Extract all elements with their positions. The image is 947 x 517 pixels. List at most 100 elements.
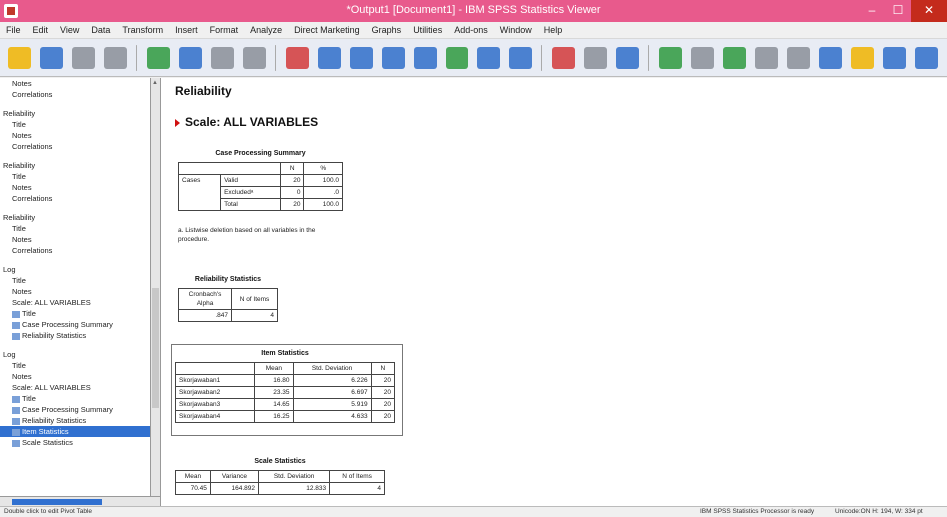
menu-file[interactable]: File [0, 25, 27, 35]
table-cell: Total [220, 198, 281, 211]
designate-window-icon[interactable] [413, 46, 437, 69]
insert-chart-icon[interactable] [851, 46, 874, 69]
outline-item[interactable]: Item Statistics [0, 426, 150, 437]
insert-table-icon[interactable] [883, 46, 906, 69]
menu-insert[interactable]: Insert [169, 25, 204, 35]
table-cell: 100.0 [303, 174, 343, 187]
outline-item[interactable]: Reliability [0, 212, 150, 223]
table-header: N [279, 162, 305, 175]
table-cell: 16.80 [254, 374, 294, 387]
case-processing-table[interactable]: N % Cases Valid 20 100.0 Excludedᵃ 0 .0 … [177, 162, 343, 211]
outline-gap [0, 152, 150, 160]
outline-item[interactable]: Scale: ALL VARIABLES [0, 382, 150, 393]
print-icon[interactable] [71, 46, 95, 69]
scroll-up-arrow-icon[interactable]: ▲ [152, 80, 158, 86]
show-icon[interactable] [787, 46, 811, 69]
hide-icon[interactable] [819, 46, 843, 69]
export-icon[interactable] [146, 46, 170, 69]
close-button[interactable]: ✕ [911, 0, 947, 22]
outline-item[interactable]: Correlations [0, 141, 150, 152]
outline-item-label: Title [12, 172, 26, 181]
outline-vertical-scrollbar[interactable]: ▲ [151, 78, 161, 506]
table-header [174, 362, 256, 375]
outline-item[interactable]: Reliability Statistics [0, 330, 150, 341]
outline-item[interactable]: Title [0, 393, 150, 404]
open-folder-icon[interactable] [8, 46, 31, 69]
outline-item[interactable]: Correlations [0, 89, 150, 100]
outline-item[interactable]: Reliability Statistics [0, 415, 150, 426]
item-statistics-table[interactable]: Mean Std. Deviation N Skorjawaban1 16.80… [174, 362, 396, 423]
redo-icon[interactable] [242, 46, 266, 69]
scale-statistics-title: Scale Statistics [254, 458, 306, 465]
outline-item[interactable]: Title [0, 223, 150, 234]
goto-case-icon[interactable] [317, 46, 341, 69]
reliability-table[interactable]: Cronbach's Alpha N of Items .847 4 [178, 288, 278, 322]
outline-item[interactable]: Notes [0, 371, 150, 382]
scroll-thumb[interactable] [152, 288, 159, 408]
script-icon[interactable] [445, 46, 469, 69]
outline-item[interactable]: Log [0, 264, 150, 275]
scale-statistics-table[interactable]: Mean Variance Std. Deviation N of Items … [175, 470, 385, 495]
outline-item[interactable]: Reliability [0, 160, 150, 171]
menu-analyze[interactable]: Analyze [244, 25, 288, 35]
menu-view[interactable]: View [54, 25, 85, 35]
outline-item[interactable]: Correlations [0, 193, 150, 204]
outline-item[interactable]: Notes [0, 78, 150, 89]
menu-help[interactable]: Help [538, 25, 569, 35]
menu-utilities[interactable]: Utilities [407, 25, 448, 35]
horizontal-scroll-thumb[interactable] [12, 499, 102, 505]
outline-item-label: Title [12, 276, 26, 285]
table-cell: 4 [231, 309, 278, 322]
expand-icon[interactable] [723, 46, 747, 69]
outline-item[interactable]: Notes [0, 286, 150, 297]
menu-transform[interactable]: Transform [116, 25, 169, 35]
print-preview-icon[interactable] [103, 46, 127, 69]
outline-item[interactable]: Log [0, 349, 150, 360]
outline-item[interactable]: Title [0, 308, 150, 319]
outline-item[interactable]: Scale Statistics [0, 437, 150, 448]
menu-format[interactable]: Format [204, 25, 245, 35]
save-icon[interactable] [39, 46, 63, 69]
outline-item[interactable]: Notes [0, 182, 150, 193]
output-heading[interactable]: Reliability [175, 84, 232, 98]
recall-dialog-icon[interactable] [178, 46, 202, 69]
scale-heading[interactable]: Scale: ALL VARIABLES [175, 115, 318, 129]
minimize-button[interactable]: – [859, 0, 885, 22]
table-node-icon [12, 321, 20, 329]
outline-item[interactable]: Notes [0, 234, 150, 245]
insert-title-icon[interactable] [584, 46, 608, 69]
demote-icon[interactable] [691, 46, 715, 69]
table-row: Skorjawaban3 14.65 5.919 20 [174, 398, 396, 411]
promote-icon[interactable] [659, 46, 683, 69]
maximize-button[interactable]: ☐ [885, 0, 911, 22]
outline-pane[interactable]: Notes Correlations Reliability Title Notes Co… [0, 78, 151, 506]
menu-add-ons[interactable]: Add-ons [448, 25, 494, 35]
variables-icon[interactable] [349, 46, 373, 69]
outline-item[interactable]: Title [0, 119, 150, 130]
insert-text-file-icon[interactable] [914, 46, 938, 69]
table-header: Cronbach's Alpha [178, 288, 232, 310]
menu-data[interactable]: Data [85, 25, 116, 35]
menu-window[interactable]: Window [494, 25, 538, 35]
outline-item[interactable]: Title [0, 360, 150, 371]
insert-text-icon[interactable] [616, 46, 640, 69]
menu-graphs[interactable]: Graphs [366, 25, 408, 35]
select-icon[interactable] [477, 46, 501, 69]
outline-item[interactable]: Correlations [0, 245, 150, 256]
chart-icon[interactable] [381, 46, 405, 69]
collapse-icon[interactable] [755, 46, 779, 69]
menu-direct-marketing[interactable]: Direct Marketing [288, 25, 366, 35]
show-all-icon[interactable] [509, 46, 533, 69]
outline-item[interactable]: Reliability [0, 108, 150, 119]
undo-icon[interactable] [210, 46, 234, 69]
outline-item[interactable]: Notes [0, 130, 150, 141]
goto-data-icon[interactable] [285, 46, 309, 69]
table-row: Skorjawaban1 16.80 6.226 20 [174, 374, 396, 387]
outline-item[interactable]: Title [0, 275, 150, 286]
insert-heading-icon[interactable] [552, 46, 576, 69]
menu-edit[interactable]: Edit [27, 25, 55, 35]
outline-item[interactable]: Case Processing Summary [0, 319, 150, 330]
outline-item[interactable]: Case Processing Summary [0, 404, 150, 415]
outline-item[interactable]: Scale: ALL VARIABLES [0, 297, 150, 308]
outline-item[interactable]: Title [0, 171, 150, 182]
